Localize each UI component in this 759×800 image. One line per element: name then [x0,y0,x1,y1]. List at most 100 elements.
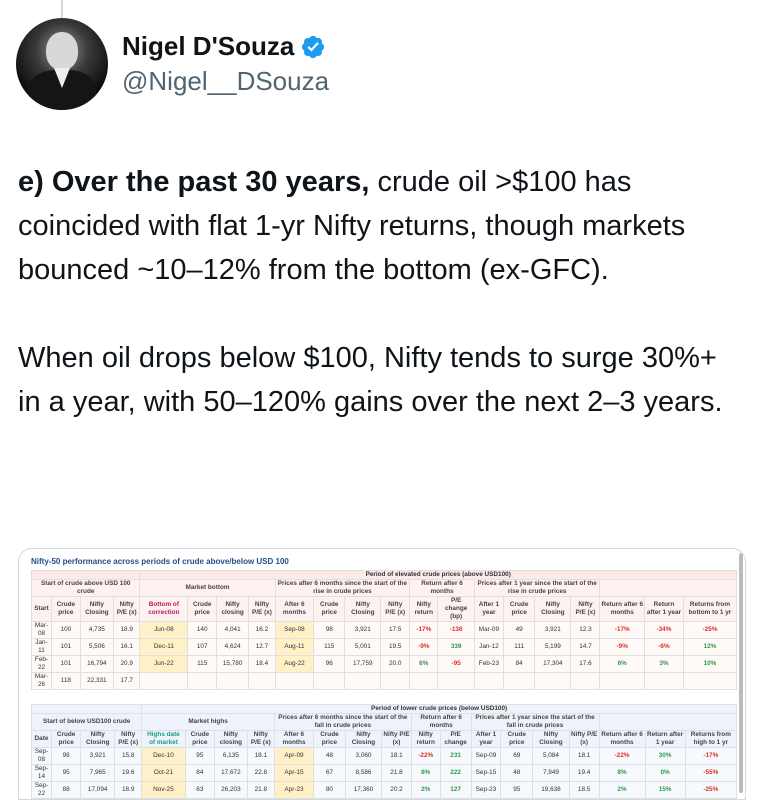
table-cell: -136 [437,621,475,639]
table-below-100: Period of lower crude prices (below USD1… [30,704,738,799]
table-cell: 5,084 [532,747,570,765]
column-header: P/E change [439,730,472,748]
table-cell: 3,921 [80,747,116,765]
table-cell: 17,759 [344,655,382,673]
column-header: After 6 months [273,730,315,748]
author-block: Nigel D'Souza @Nigel__DSouza [122,31,329,97]
table-group-header-row: Start of below USD100 crude Market highs P… [30,713,737,731]
column-header: Nifty P/E (x) [248,596,276,622]
column-header: Nifty Closing [344,730,383,748]
column-header: Return after 6 months [599,596,646,622]
column-header: Nifty Closing [532,730,570,748]
table-cell: 17.6 [570,655,601,673]
table-cell: 101 [50,638,81,656]
table-cell [473,672,504,690]
column-header: Nifty Closing [79,596,114,622]
table-column-header-row: Date Crude price Nifty Closing Nifty P/E (x… [31,730,738,748]
column-header: Nifty P/E (x) [570,596,601,622]
table-cell: Sep-09 [470,747,502,765]
table-cell: Jan-11 [31,638,52,656]
table-cell [274,672,315,690]
table-banner: Period of lower crude prices (below USD1… [141,704,737,714]
table-cell: 4,624 [216,638,250,656]
table-cell: 127 [439,781,472,799]
column-header: Returns from high to 1 yr [684,730,738,748]
table-cell: 84 [502,655,536,673]
table-cell: 14.7 [570,638,601,656]
table-row: Jan-11 101 5,506 16.1 Dec-11 107 4,624 12.7 Aug-… [31,638,738,656]
author-display-name[interactable]: Nigel D'Souza [122,31,294,62]
author-handle[interactable]: @Nigel__DSouza [122,66,329,97]
table-row: Sep-14 95 7,965 19.6 Oct-21 84 17,672 22.8 Apr-1… [31,764,738,782]
table-cell: 3,921 [534,621,572,639]
group-header: Return after 6 months [409,579,475,597]
group-header-spacer [599,579,737,597]
column-header: Nifty P/E (x) [246,730,275,748]
table-cell: 4,041 [216,621,250,639]
table-cell: Sep-15 [470,764,502,782]
table-cell: 115 [187,655,218,673]
tweet-header: Nigel D'Souza @Nigel__DSouza [16,18,329,110]
table-cell: 6% [599,655,646,673]
table-cell: Apr-09 [273,747,315,765]
table-cell: -25% [682,621,738,639]
table-cell [534,672,572,690]
table-cell: 339 [437,638,475,656]
table-cell: 95 [184,747,215,765]
table-cell: Nov-25 [141,781,186,799]
table-cell: 16,794 [79,655,114,673]
table-cell: 98 [313,621,346,639]
table-cell: Sep-08 [274,621,315,639]
table-cell: 21.8 [246,781,275,799]
table-cell: 5,199 [534,638,572,656]
table-cell: 100 [50,621,81,639]
table-cell: 69 [500,747,534,765]
table-cell: 67 [313,764,346,782]
table-column-header-row: Start Crude price Nifty Closing Nifty P/E (… [31,596,738,622]
table-cell: 5,001 [344,638,382,656]
tweet-bold-lead: e) Over the past 30 years, [18,166,370,198]
tweet-media-image[interactable]: Nifty-50 performance across periods of c… [18,548,746,800]
group-header-spacer [598,713,737,731]
table-cell: 63 [184,781,215,799]
table-cell: 231 [439,747,472,765]
group-header: Start of crude above USD 100 crude [30,579,141,597]
table-cell: 8,586 [344,764,383,782]
group-header: Market bottom [139,579,276,597]
table-cell: 22.8 [246,764,275,782]
table-cell: Apr-23 [273,781,315,799]
column-header: Nifty return [409,596,439,622]
table-cell: 12.3 [570,621,601,639]
table-cell: 8% [598,764,646,782]
table-row: Mar-26 118 22,331 17.7 [31,672,738,690]
table-cell: Aug-22 [274,655,315,673]
table-cell: 2% [410,781,441,799]
table-cell: 84 [184,764,215,782]
table-banner-row: Period of elevated crude prices (above U… [30,570,737,580]
table-cell: 18.9 [114,781,143,799]
table-cell [344,672,382,690]
table-cell [409,672,439,690]
media-table-title: Nifty-50 performance across periods of c… [31,557,289,566]
column-header: Start [31,596,52,622]
table-cell: Jan-12 [473,638,504,656]
table-cell: 17,360 [344,781,383,799]
banner-spacer [30,570,141,580]
table-cell: 18.5 [568,781,600,799]
table-cell: 30% [644,747,686,765]
table-cell: 18.4 [248,655,276,673]
table-cell: 16.1 [112,638,141,656]
table-cell: 15,780 [216,655,250,673]
column-header: Return after 1 year [644,596,684,622]
group-header: Market highs [141,713,275,731]
table-row: Feb-22 101 16,794 20.9 Jun-22 115 15,780 18.4 Au… [31,655,738,673]
media-scrollbar[interactable] [739,553,743,793]
table-cell [380,672,411,690]
table-cell: 101 [50,655,81,673]
table-cell: -55% [684,764,738,782]
column-header: Nifty Closing [344,596,382,622]
column-header: Nifty P/E (x) [114,730,143,748]
avatar[interactable] [16,18,108,110]
table-cell: 5,506 [79,638,114,656]
column-header: Crude price [313,596,346,622]
